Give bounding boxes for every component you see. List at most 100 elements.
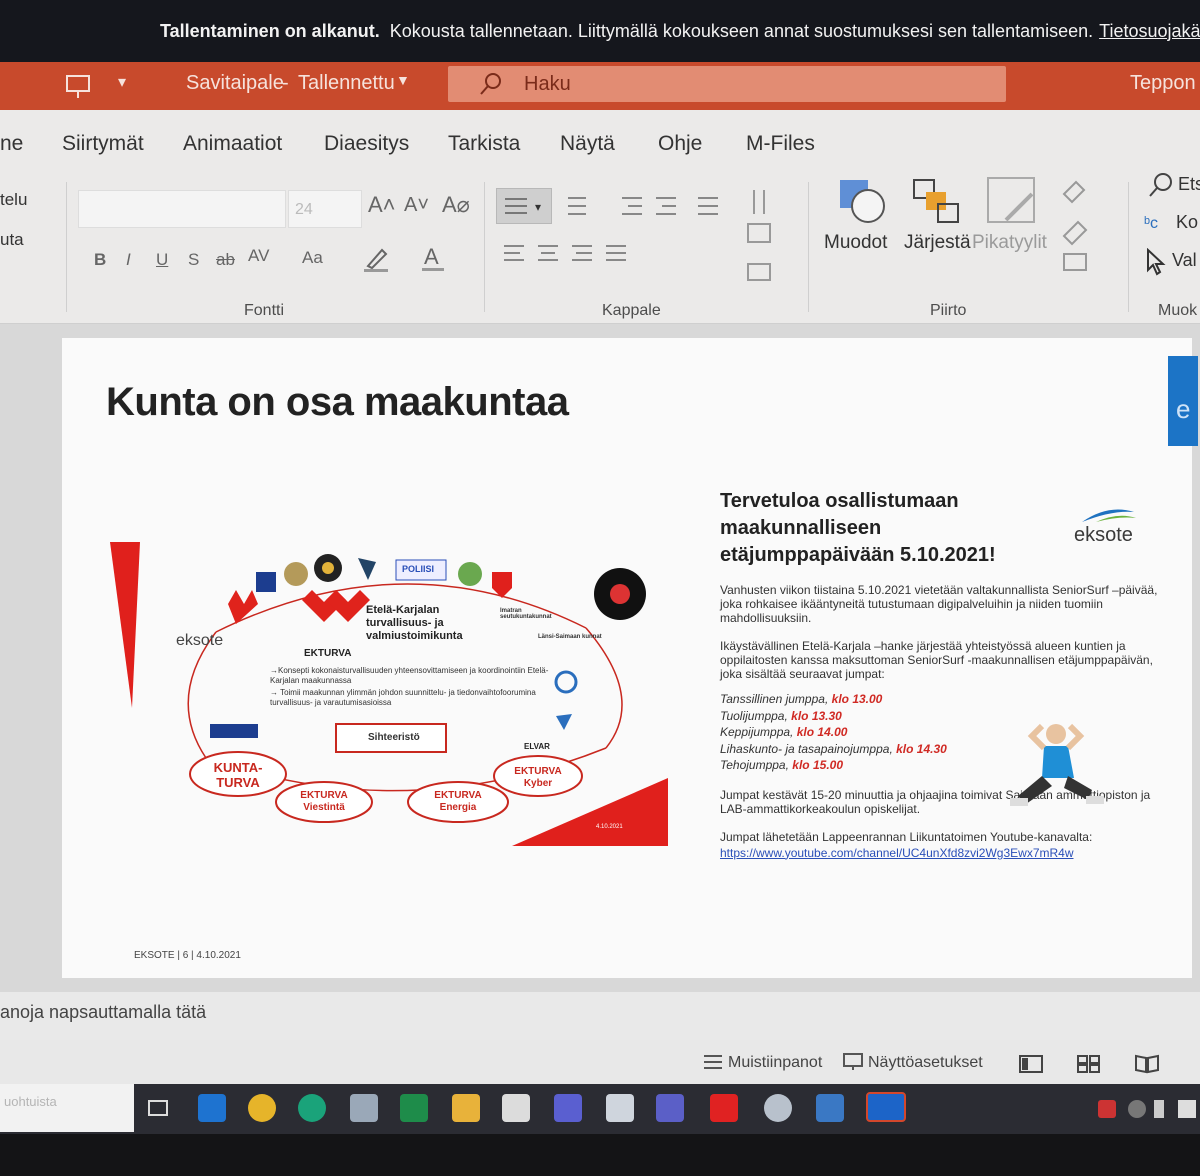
notes-pane[interactable]: anoja napsauttamalla tätä [0,992,1200,1040]
display-settings-button[interactable]: Näyttöasetukset [868,1054,983,1072]
tab-view[interactable]: Näytä [560,132,615,156]
privacy-link[interactable]: Tietosuojakäytä [1099,21,1200,42]
reading-view-icon[interactable] [1134,1054,1160,1074]
char-spacing-button[interactable]: AV [248,246,269,266]
ribbon-tabs: ne Siirtymät Animaatiot Diaesitys Tarkis… [0,110,1200,174]
taskbar-search[interactable]: uohtuista [0,1084,134,1132]
diagram-date: 4.10.2021 [596,824,623,830]
save-status-dropdown-icon[interactable]: ▼ [396,72,410,88]
outlook-icon[interactable] [866,1092,906,1122]
shape-format-icons[interactable] [1058,176,1108,286]
document-name[interactable]: Savitaipale [186,72,284,95]
select-button[interactable]: Val [1172,250,1197,271]
bullets-icon: ▾ [505,198,541,214]
tab-help[interactable]: Ohje [658,132,702,156]
font-size-value: 24 [295,201,313,218]
tab-mfiles[interactable]: M-Files [746,132,815,156]
notes-app-icon[interactable] [606,1094,634,1122]
eksote-logo: eksote [1074,524,1133,546]
shapes-button[interactable]: Muodot [824,232,887,254]
font-color-icon[interactable]: A [420,242,448,274]
edge-legacy-icon[interactable] [198,1094,226,1122]
title-separator: - [282,72,289,94]
slide-sorter-icon[interactable] [1076,1054,1102,1074]
event-heading: Tervetuloa osallistumaan maakunnalliseen… [720,490,996,566]
monitor-bezel [0,1134,1200,1176]
m-files-icon[interactable] [816,1094,844,1122]
highlight-icon[interactable] [362,242,394,274]
clear-format-icon[interactable]: A⌀ [442,192,470,218]
replace-icon: ᵇc [1144,215,1158,232]
microphone-icon[interactable] [1154,1100,1164,1118]
select-cursor-icon [1147,248,1166,276]
tray-network-icon[interactable] [1128,1100,1146,1118]
notes-icon [704,1055,722,1069]
present-icon[interactable] [64,74,92,100]
youtube-link[interactable]: https://www.youtube.com/channel/UC4unXfd… [720,846,1160,860]
change-case-button[interactable]: Aa [302,248,323,268]
save-status[interactable]: Tallennettu [298,72,395,95]
user-name[interactable]: Teppon [1130,72,1196,95]
elvar-label: ELVAR [524,742,550,751]
arrange-button[interactable]: Järjestä [904,232,971,254]
gym-person-illustration [1010,723,1104,806]
teams-grid-icon[interactable] [554,1094,582,1122]
tab-home[interactable]: ne [0,132,23,156]
notes-button[interactable]: Muistiinpanot [728,1054,822,1072]
quick-styles-button[interactable]: Pikatyylit [972,232,1047,254]
task-view-icon[interactable] [146,1096,170,1120]
broadcast-paragraph: Jumpat lähetetään Lappeenrannan Liikunta… [720,829,1093,844]
grow-font-icon[interactable]: A˄ [368,192,396,218]
quick-styles-icon [987,177,1035,223]
qat-dropdown-icon[interactable]: ▾ [118,72,126,92]
search-box[interactable]: Haku [448,66,1006,102]
office-icon[interactable] [710,1094,738,1122]
text-direction-icons[interactable] [740,184,796,294]
group-paragraph-label: Kappale [602,302,661,319]
bold-button[interactable]: B [94,250,106,270]
alignment-icons[interactable] [496,240,636,268]
windows-taskbar: uohtuista [0,1084,1200,1134]
ekturva-diagram[interactable]: Etelä-Karjalan turvallisuus- ja valmiust… [106,528,672,858]
paint-icon[interactable] [764,1094,792,1122]
tab-slideshow[interactable]: Diaesitys [324,132,409,156]
ekturva-kyber-oval: EKTURVA Kyber [514,766,562,789]
normal-view-icon[interactable] [1018,1054,1044,1074]
camera-icon[interactable] [502,1094,530,1122]
next-slide-thumbnail[interactable]: e [1168,356,1198,446]
replace-button[interactable]: Ko [1176,212,1198,233]
file-explorer-icon[interactable] [452,1094,480,1122]
shadow-button[interactable]: S [188,250,199,270]
status-bar: Muistiinpanot Näyttöasetukset [0,1040,1200,1084]
slide-title[interactable]: Kunta on osa maakuntaa [106,380,569,425]
teams-icon[interactable] [656,1094,684,1122]
forum-bullet: → Toimii maakunnan ylimmän johdon suunni… [270,688,536,707]
notification-icon[interactable] [1178,1100,1196,1118]
bullets-button[interactable]: ▾ [496,188,552,224]
italic-button[interactable]: I [126,250,131,270]
tab-animations[interactable]: Animaatiot [183,132,282,156]
tray-app-icon[interactable] [1098,1100,1116,1118]
arrange-icon [913,179,959,223]
slide-canvas[interactable]: Kunta on osa maakuntaa Etelä-Karjalan tu… [62,338,1198,978]
chrome-icon[interactable] [248,1094,276,1122]
font-family-select[interactable] [78,190,286,228]
lansi-saimaa-label: Länsi-Saimaan kunnat [538,634,602,640]
font-size-select[interactable]: 24 [288,190,362,228]
list-indent-icons[interactable] [558,188,758,224]
app-icon[interactable] [350,1094,378,1122]
concept-bullet: →Konsepti kokonaisturvallisuuden yhteens… [270,666,549,685]
excel-icon[interactable] [400,1094,428,1122]
find-button[interactable]: Ets [1178,174,1200,195]
ribbon-item-reset[interactable]: uta [0,230,24,250]
underline-button[interactable]: U [156,250,168,270]
group-drawing-label: Piirto [930,302,967,319]
tab-transitions[interactable]: Siirtymät [62,132,144,156]
taskbar-search-text: uohtuista [4,1094,57,1109]
intro-paragraph: Vanhusten viikon tiistaina 5.10.2021 vie… [720,583,1158,625]
tab-review[interactable]: Tarkista [448,132,520,156]
edge-icon[interactable] [298,1094,326,1122]
ribbon-item-layout[interactable]: telu [0,190,27,210]
strikethrough-button[interactable]: ab [216,250,235,270]
shrink-font-icon[interactable]: A˅ [404,194,429,217]
